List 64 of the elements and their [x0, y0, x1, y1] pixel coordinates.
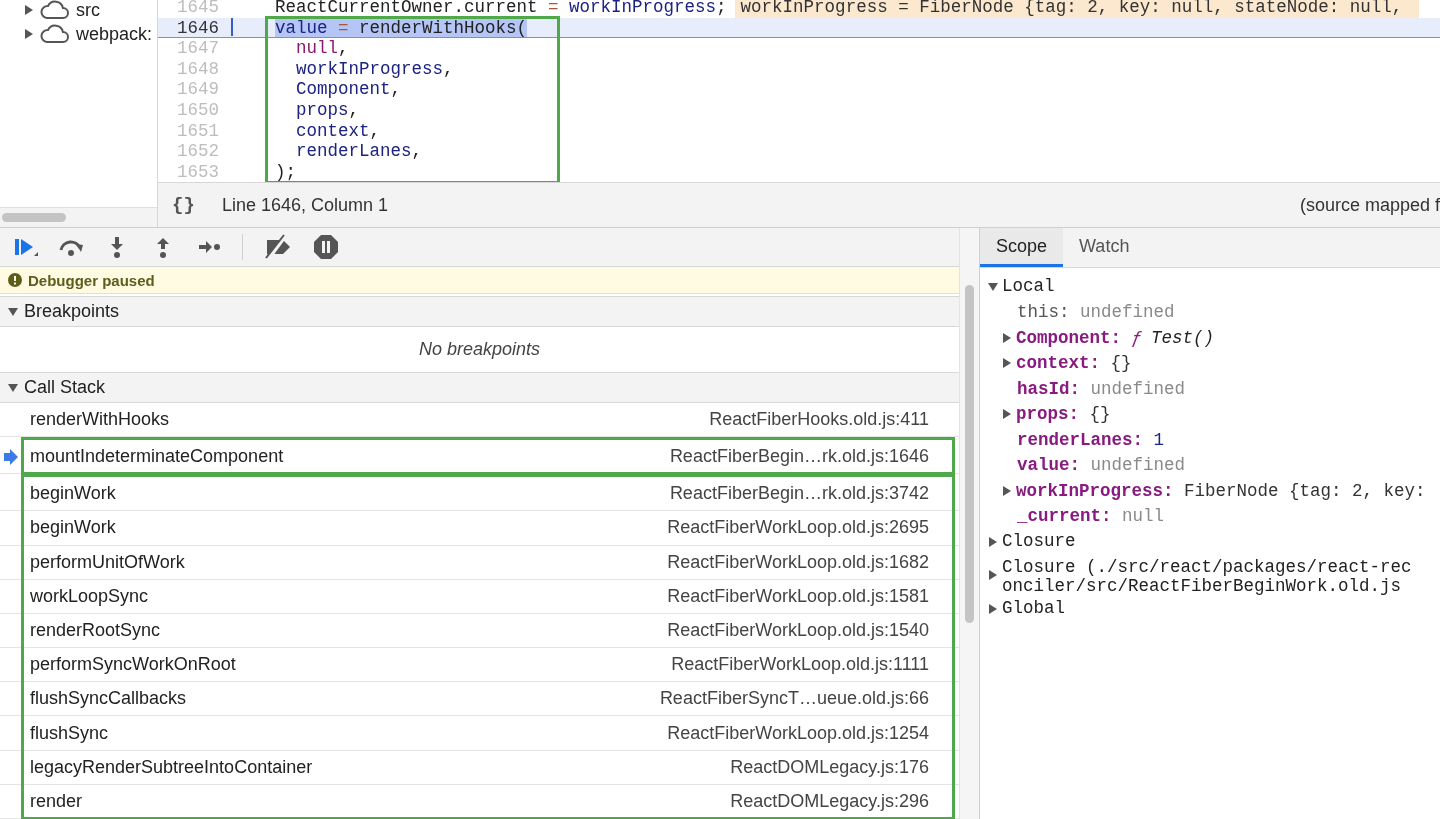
code-line: 1652 renderLanes,	[176, 141, 424, 162]
scope-group[interactable]: Global	[988, 595, 1440, 621]
collapsed-arrow-icon[interactable]	[24, 29, 34, 39]
call-frame[interactable]: flushSyncCallbacks ReactFiberSyncT…ueue.old.js:66	[0, 682, 959, 717]
scrollbar-thumb[interactable]	[965, 285, 974, 623]
section-header[interactable]: Call Stack	[0, 372, 959, 403]
scope-group[interactable]: Local	[988, 274, 1440, 300]
scope-variable[interactable]: workInProgress: FiberNode {tag: 2, key:	[988, 478, 1440, 504]
scope-variable[interactable]: context: {}	[988, 350, 1440, 376]
scope-variable[interactable]: value: undefined	[988, 452, 1440, 478]
inline-value: workInProgress = FiberNode {tag: 2, key: null, stateNode: null,	[734, 0, 1419, 18]
scope-variable[interactable]: props: {}	[988, 401, 1440, 427]
cloud-icon	[40, 24, 70, 44]
call-frame[interactable]: legacyRenderSubtreeIntoContainer ReactDOMLegacy.js:176	[0, 750, 959, 785]
scope-variable[interactable]: hasId: undefined	[988, 376, 1440, 402]
call-frame[interactable]: beginWork ReactFiberWorkLoop.old.js:2695	[0, 511, 959, 546]
collapsed-arrow-icon[interactable]	[1002, 358, 1012, 369]
code-line: 1647 null,	[176, 38, 350, 59]
call-frame[interactable]: beginWork ReactFiberBegin…rk.old.js:3742	[0, 477, 959, 512]
call-frame[interactable]: flushSync ReactFiberWorkLoop.old.js:1254	[0, 716, 959, 751]
expanded-arrow-icon[interactable]	[8, 382, 18, 393]
expanded-arrow-icon[interactable]	[988, 282, 998, 292]
scope-variable[interactable]: _current: null	[988, 503, 1440, 529]
cursor-position: Line 1646, Column 1	[222, 194, 389, 216]
paused-message: Debugger paused	[28, 271, 155, 289]
scope-group[interactable]: Closure	[988, 529, 1440, 555]
empty-message: No breakpoints	[417, 338, 542, 362]
collapsed-arrow-icon[interactable]	[24, 5, 34, 15]
collapsed-arrow-icon[interactable]	[988, 603, 998, 614]
code-line: 1648 workInProgress,	[176, 58, 455, 80]
call-frame[interactable]: workLoopSync ReactFiberWorkLoop.old.js:1581	[0, 579, 959, 614]
code-line: 1651 context,	[176, 120, 382, 142]
code-line: 1650 props,	[176, 99, 361, 121]
expanded-arrow-icon[interactable]	[8, 306, 18, 317]
execution-marker	[231, 18, 233, 37]
current-frame-arrow-icon	[4, 448, 18, 465]
info-icon	[8, 273, 22, 288]
scope-variable[interactable]: Component: ƒ Test()	[988, 325, 1440, 351]
scope-group[interactable]: Closure (./src/react/packages/react-reconciler/src/ReactFiberBeginWork.old.js	[988, 554, 1440, 596]
deactivate-breakpoints-icon[interactable]	[263, 234, 293, 260]
panel-tab[interactable]: Watch	[1063, 228, 1146, 267]
section-header[interactable]: Breakpoints	[0, 296, 959, 327]
panel-tab[interactable]: Scope	[980, 228, 1064, 267]
code-line: 1645 ReactCurrentOwner.current = workInProgress; workInProgress = FiberNode {tag: 2, key: null, stateNode: null,	[158, 0, 1440, 18]
call-frame[interactable]: performUnitOfWork ReactFiberWorkLoop.old.js:1682	[0, 545, 959, 580]
scrollbar-thumb[interactable]	[2, 213, 66, 222]
file-tree-item[interactable]: src	[0, 0, 157, 20]
source-map-note: (source mapped f	[1299, 194, 1440, 216]
call-frame[interactable]: renderWithHooks ReactFiberHooks.old.js:411	[0, 402, 959, 437]
call-frame[interactable]: performSyncWorkOnRoot ReactFiberWorkLoop.old.js:1111	[0, 648, 959, 683]
code-line: 1653 );	[176, 161, 297, 182]
collapsed-arrow-icon[interactable]	[988, 569, 998, 580]
call-frame[interactable]: renderRootSync ReactFiberWorkLoop.old.js:1540	[0, 613, 959, 649]
file-tree-item[interactable]: webpack:	[0, 20, 157, 48]
scope-variable[interactable]: this: undefined	[988, 299, 1440, 325]
scope-variable[interactable]: renderLanes: 1	[988, 427, 1440, 453]
code-line: 1649 Component,	[176, 79, 403, 100]
collapsed-arrow-icon[interactable]	[1002, 332, 1012, 343]
collapsed-arrow-icon[interactable]	[1002, 485, 1012, 496]
collapsed-arrow-icon[interactable]	[1002, 409, 1012, 420]
pretty-print-button[interactable]: {}	[172, 194, 222, 216]
pause-icon[interactable]	[313, 234, 339, 260]
cloud-icon	[40, 0, 70, 20]
collapsed-arrow-icon[interactable]	[988, 537, 998, 547]
